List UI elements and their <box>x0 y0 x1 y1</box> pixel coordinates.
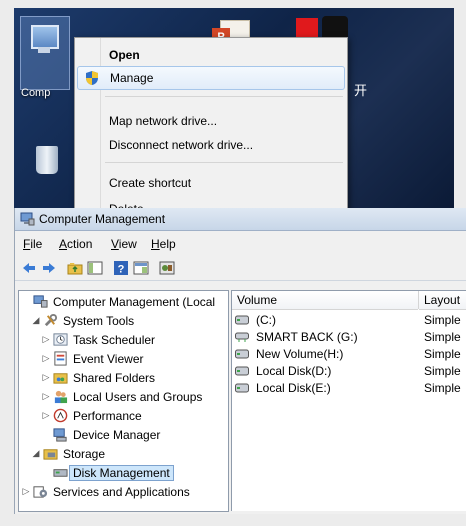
expand-arrow-icon[interactable]: ▷ <box>41 391 51 402</box>
collapse-arrow-icon[interactable]: ◢ <box>31 448 41 459</box>
menu-help[interactable]: Help <box>151 237 176 251</box>
menu-file[interactable]: File <box>23 237 42 251</box>
menu-bar: File Action View Help <box>15 234 466 254</box>
drive-icon <box>235 315 249 325</box>
drive-icon <box>235 349 249 359</box>
column-header-volume[interactable]: Volume <box>232 291 418 310</box>
task-scheduler-icon <box>53 333 68 346</box>
menu-item-disconnect-network-drive[interactable]: Disconnect network drive... <box>77 134 345 156</box>
event-viewer-icon <box>54 351 67 366</box>
network-drive-icon <box>235 332 249 342</box>
expand-arrow-icon[interactable]: ▷ <box>21 486 31 497</box>
menu-item-open[interactable]: Open <box>77 44 345 66</box>
window-title: Computer Management <box>39 212 166 226</box>
expand-arrow-icon[interactable]: ▷ <box>41 372 51 383</box>
menu-item-create-shortcut[interactable]: Create shortcut <box>77 172 345 194</box>
disk-management-icon <box>53 469 68 477</box>
menu-separator <box>105 162 343 163</box>
column-header-layout[interactable]: Layout <box>419 291 466 310</box>
drive-icon <box>235 366 249 376</box>
volume-row[interactable]: (C:) Simple <box>232 312 466 329</box>
computer-management-icon <box>33 295 48 308</box>
collapse-arrow-icon[interactable]: ◢ <box>31 315 41 326</box>
menu-action[interactable]: Action <box>59 237 92 251</box>
expand-arrow-icon[interactable]: ▷ <box>41 410 51 421</box>
toolbar: ? <box>15 258 466 281</box>
forward-arrow-icon[interactable] <box>41 260 57 276</box>
menu-item-map-network-drive[interactable]: Map network drive... <box>77 110 345 132</box>
extra-tool-icon[interactable] <box>159 260 175 276</box>
performance-icon <box>53 408 68 423</box>
expand-arrow-icon[interactable]: ▷ <box>41 353 51 364</box>
menu-view[interactable]: View <box>111 237 137 251</box>
drive-icon <box>235 383 249 393</box>
navigation-tree: Computer Management (Local ◢ System Tool… <box>18 290 229 512</box>
volume-list: Volume Layout (C:) Simple SMART BACK (G:… <box>231 290 466 511</box>
device-manager-icon <box>53 428 67 442</box>
shared-folders-icon <box>53 373 68 384</box>
computer-management-app-icon <box>20 212 35 226</box>
volume-row[interactable]: Local Disk(D:) Simple <box>232 363 466 380</box>
shield-icon <box>86 71 98 85</box>
up-folder-icon[interactable] <box>67 260 83 276</box>
menu-file-rest: ile <box>30 237 43 251</box>
help-icon[interactable]: ? <box>113 260 129 276</box>
volume-row[interactable]: SMART BACK (G:) Simple <box>232 329 466 346</box>
recycle-bin-icon[interactable] <box>32 140 62 176</box>
context-menu: Open Manage Map network drive... Disconn… <box>74 37 348 210</box>
system-tools-icon <box>44 313 58 327</box>
volume-row[interactable]: New Volume(H:) Simple <box>232 346 466 363</box>
computer-desktop-icon[interactable]: Comp <box>20 16 70 99</box>
menu-separator <box>105 96 343 97</box>
expand-arrow-icon[interactable]: ▷ <box>41 334 51 345</box>
computer-management-window: Computer Management File Action View Hel… <box>14 208 466 514</box>
svg-text:?: ? <box>118 264 125 276</box>
volume-row[interactable]: Local Disk(E:) Simple <box>232 380 466 397</box>
monitor-icon <box>31 25 59 49</box>
desktop-glyph: 开 <box>354 83 368 98</box>
users-groups-icon <box>54 390 68 404</box>
show-hide-tree-icon[interactable] <box>87 260 103 276</box>
storage-icon <box>43 449 58 460</box>
menu-item-manage[interactable]: Manage <box>77 66 345 90</box>
services-icon <box>33 486 48 498</box>
back-arrow-icon[interactable] <box>21 260 37 276</box>
properties-icon[interactable] <box>133 260 149 276</box>
title-bar[interactable]: Computer Management <box>15 208 466 231</box>
computer-icon-label: Comp <box>21 87 51 99</box>
